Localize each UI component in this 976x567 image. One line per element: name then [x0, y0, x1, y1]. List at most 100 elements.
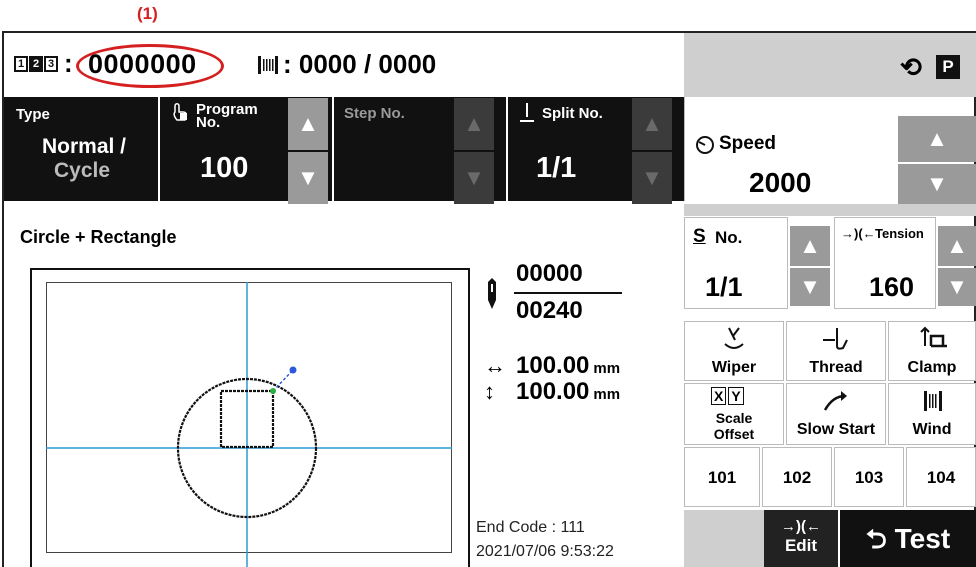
s-no-up-button[interactable]: ▲ [790, 226, 830, 266]
clamp-icon [920, 326, 947, 348]
width-unit: mm [593, 360, 621, 377]
wiper-icon [724, 327, 744, 349]
program-number: 100 [200, 152, 249, 184]
type-value: Normal / [42, 135, 127, 158]
speed-box[interactable]: Speed 2000 [684, 97, 896, 201]
tension-down-button[interactable]: ▼ [938, 268, 976, 306]
cycle-icon[interactable]: ⟲ [900, 52, 922, 83]
s-no-down-button[interactable]: ▼ [790, 268, 830, 306]
split-cell[interactable]: Split No. 1/1 ▲ ▼ [508, 97, 684, 204]
counter-icon: 1 2 3 [14, 56, 58, 72]
clamp-button[interactable]: Clamp [888, 321, 976, 381]
stitch-divider [514, 292, 622, 294]
end-code: End Code : 111 [476, 519, 585, 536]
type-value-2: Cycle [54, 159, 111, 182]
split-up-button[interactable]: ▲ [632, 98, 672, 150]
up-arrow-icon: ▲ [799, 233, 821, 258]
up-arrow-icon: ▲ [946, 233, 968, 258]
edit-button[interactable]: →)(← Edit [764, 510, 838, 567]
scale-offset-button[interactable]: XY Scale Offset [684, 383, 784, 445]
s-no-value: 1/1 [705, 272, 743, 302]
program-cell[interactable]: Program No. 100 ▲ ▼ [160, 97, 332, 204]
step-up-button[interactable]: ▲ [454, 98, 494, 150]
wind-icon [924, 391, 942, 411]
highlight-oval [76, 44, 224, 88]
stitch-current: 00000 [516, 260, 583, 287]
tension-up-button[interactable]: ▲ [938, 226, 976, 266]
split-number: 1/1 [536, 152, 577, 184]
down-arrow-icon: ▼ [463, 165, 485, 190]
clamp-label: Clamp [907, 359, 957, 376]
program-up-button[interactable]: ▲ [288, 98, 328, 150]
height-readout: ↕ 100.00 mm [484, 378, 620, 406]
down-arrow-icon: ▼ [946, 274, 968, 299]
split-needle-icon [520, 103, 534, 122]
counter-icon-digit: 1 [14, 56, 28, 72]
down-arrow-icon: ▼ [799, 274, 821, 299]
width-value: 100.00 [516, 352, 590, 379]
xy-icon: XY [711, 387, 744, 405]
preset-button-101[interactable]: 101 [684, 447, 760, 507]
program-down-button[interactable]: ▼ [288, 152, 328, 204]
pattern-preview[interactable] [46, 282, 452, 567]
preset-button-103[interactable]: 103 [834, 447, 904, 507]
s-no-icon: S [693, 226, 706, 247]
slow-start-icon [823, 391, 847, 411]
bobbin-icon [258, 56, 278, 74]
down-arrow-icon: ▼ [641, 165, 663, 190]
bobbin-counter[interactable]: : 0000 / 0000 [283, 49, 436, 80]
speed-up-button[interactable]: ▲ [898, 116, 976, 162]
split-down-button[interactable]: ▼ [632, 152, 672, 204]
tension-icon: →)(← [841, 226, 876, 241]
preset-button-102[interactable]: 102 [762, 447, 832, 507]
wiper-button[interactable]: Wiper [684, 321, 784, 381]
counter-icon-digit: 2 [29, 56, 43, 72]
speed-label: Speed [719, 133, 777, 154]
scale-label: Scale [715, 410, 753, 426]
up-arrow-icon: ▲ [297, 111, 319, 136]
program-label-2: No. [196, 114, 221, 131]
slow-start-label: Slow Start [796, 421, 876, 438]
type-label: Type [16, 106, 50, 123]
speed-down-button[interactable]: ▼ [898, 164, 976, 204]
wiper-label: Wiper [711, 359, 757, 376]
down-arrow-icon: ▼ [297, 165, 319, 190]
p-icon[interactable]: P [936, 55, 960, 79]
preset-button-104[interactable]: 104 [906, 447, 976, 507]
counter-colon: : [64, 48, 73, 78]
tension-box[interactable]: →)(← Tension 160 [834, 217, 936, 309]
wind-button[interactable]: Wind [888, 383, 976, 445]
down-arrow-icon: ▼ [926, 171, 948, 196]
up-arrow-icon: ▲ [641, 111, 663, 136]
step-down-button[interactable]: ▼ [454, 152, 494, 204]
top-right-panel [684, 33, 976, 97]
timestamp: 2021/07/06 9:53:22 [476, 543, 614, 560]
right-separator [684, 204, 976, 216]
split-label: Split No. [542, 105, 603, 122]
thread-icon [823, 328, 848, 350]
up-arrow-icon: ▲ [463, 111, 485, 136]
step-label: Step No. [344, 105, 405, 122]
return-icon: ⮌ [865, 524, 887, 554]
thread-button[interactable]: Thread [786, 321, 886, 381]
tension-label: Tension [875, 226, 924, 241]
slow-start-button[interactable]: Slow Start [786, 383, 886, 445]
test-button[interactable]: ⮌ Test [840, 510, 976, 567]
pattern-title: Circle + Rectangle [20, 227, 177, 247]
type-cell[interactable]: Type Normal / Cycle [4, 97, 158, 201]
tension-value: 160 [869, 272, 915, 302]
pattern-preview-frame [30, 268, 470, 567]
height-unit: mm [593, 386, 621, 403]
s-no-box[interactable]: S No. 1/1 [684, 217, 788, 309]
program-icon [173, 103, 188, 121]
counter-icon-digit: 3 [44, 56, 58, 72]
offset-label: Offset [713, 426, 755, 442]
speed-gauge-icon [696, 136, 714, 154]
callout-label: (1) [137, 4, 158, 23]
up-arrow-icon: ▲ [926, 126, 948, 151]
test-label: Test [894, 523, 951, 554]
step-cell: Step No. ▲ ▼ [334, 97, 506, 204]
edit-icon: →)(← [781, 518, 821, 535]
height-value: 100.00 [516, 378, 590, 405]
speed-value: 2000 [749, 167, 812, 198]
